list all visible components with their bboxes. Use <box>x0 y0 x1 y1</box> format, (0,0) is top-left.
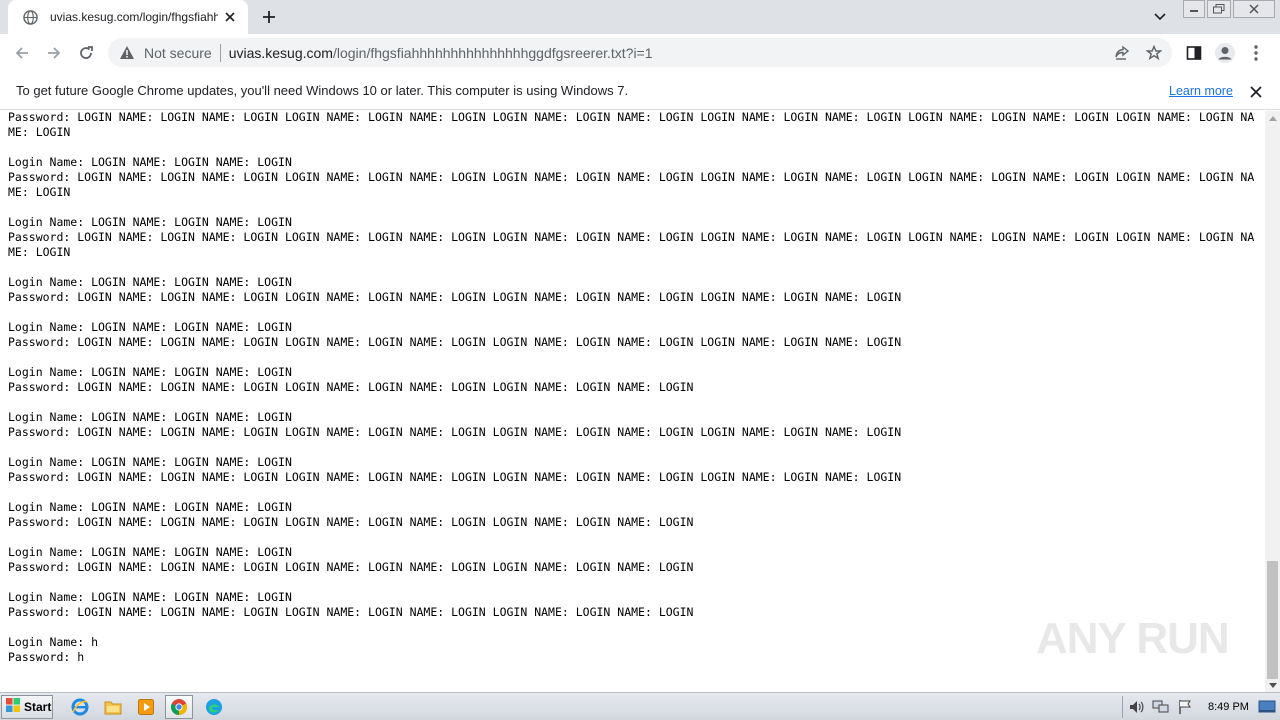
volume-icon[interactable] <box>1127 697 1147 717</box>
login-name-line: Login Name: LOGIN NAME: LOGIN NAME: LOGI… <box>8 590 292 604</box>
action-center-flag-icon[interactable] <box>1175 697 1195 717</box>
back-button[interactable] <box>9 40 35 66</box>
restore-button[interactable] <box>1207 0 1231 18</box>
url-host: uvias.kesug.com <box>228 44 333 61</box>
bookmark-star-icon[interactable] <box>1144 43 1164 63</box>
internet-explorer-icon[interactable] <box>66 695 94 719</box>
security-label: Not secure <box>144 44 212 61</box>
chrome-icon[interactable] <box>165 695 193 719</box>
edge-icon[interactable] <box>200 695 228 719</box>
credential-entry: Password: LOGIN NAME: LOGIN NAME: LOGIN … <box>8 111 1256 140</box>
share-icon[interactable] <box>1112 43 1132 63</box>
url-path: /login/fhgsfiahhhhhhhhhhhhhhhggdfgsreere… <box>332 44 653 61</box>
credential-entry: Login Name: LOGIN NAME: LOGIN NAME: LOGI… <box>8 545 1256 575</box>
infobar-message: To get future Google Chrome updates, you… <box>16 83 629 98</box>
tray-divider <box>1122 696 1123 718</box>
credential-entry: Login Name: LOGIN NAME: LOGIN NAME: LOGI… <box>8 500 1256 530</box>
login-name-line: Login Name: LOGIN NAME: LOGIN NAME: LOGI… <box>8 155 292 169</box>
explorer-icon[interactable] <box>99 695 127 719</box>
learn-more-link[interactable]: Learn more <box>1169 84 1233 98</box>
close-icon[interactable] <box>1248 84 1264 100</box>
vertical-scrollbar[interactable] <box>1265 111 1280 692</box>
login-name-line: Login Name: LOGIN NAME: LOGIN NAME: LOGI… <box>8 275 292 289</box>
password-line: Password: LOGIN NAME: LOGIN NAME: LOGIN … <box>8 230 1255 259</box>
text-document: Password: LOGIN NAME: LOGIN NAME: LOGIN … <box>8 111 1256 680</box>
password-line: Password: LOGIN NAME: LOGIN NAME: LOGIN … <box>8 515 694 529</box>
media-player-icon[interactable] <box>132 695 160 719</box>
login-name-line: Login Name: LOGIN NAME: LOGIN NAME: LOGI… <box>8 545 292 559</box>
clock: 8:49 PM <box>1208 701 1249 713</box>
browser-tab[interactable]: uvias.kesug.com/login/fhgsfiahhhhhhhhhhh… <box>8 0 248 34</box>
password-line: Password: LOGIN NAME: LOGIN NAME: LOGIN … <box>8 425 902 439</box>
start-label: Start <box>24 700 52 714</box>
address-bar[interactable]: Not secure uvias.kesug.com/login/fhgsfia… <box>108 38 1172 67</box>
login-name-line: Login Name: LOGIN NAME: LOGIN NAME: LOGI… <box>8 320 292 334</box>
chevron-down-icon[interactable] <box>1150 8 1170 26</box>
windows-taskbar: Start 8:49 PM <box>0 692 1280 720</box>
password-line: Password: LOGIN NAME: LOGIN NAME: LOGIN … <box>8 560 694 574</box>
credential-entry: Login Name: LOGIN NAME: LOGIN NAME: LOGI… <box>8 410 1256 440</box>
password-line: Password: LOGIN NAME: LOGIN NAME: LOGIN … <box>8 170 1255 199</box>
credential-entry: Login Name: LOGIN NAME: LOGIN NAME: LOGI… <box>8 365 1256 395</box>
credential-entry: Login Name: LOGIN NAME: LOGIN NAME: LOGI… <box>8 320 1256 350</box>
credential-entry: Login Name: LOGIN NAME: LOGIN NAME: LOGI… <box>8 275 1256 305</box>
show-desktop-icon[interactable] <box>1257 697 1277 717</box>
password-line: Password: LOGIN NAME: LOGIN NAME: LOGIN … <box>8 111 1255 139</box>
update-infobar: To get future Google Chrome updates, you… <box>0 72 1280 110</box>
login-name-line: Login Name: LOGIN NAME: LOGIN NAME: LOGI… <box>8 500 292 514</box>
scroll-down-arrow-icon[interactable] <box>1265 678 1280 692</box>
url-text: uvias.kesug.com/login/fhgsfiahhhhhhhhhhh… <box>229 45 653 61</box>
watermark-text: ANY RUN <box>1036 614 1230 663</box>
scroll-up-arrow-icon[interactable] <box>1265 111 1280 125</box>
divider <box>219 43 221 62</box>
side-panel-button[interactable] <box>1183 42 1205 64</box>
tab-title: uvias.kesug.com/login/fhgsfiahhhhhhhhhhh… <box>50 10 218 24</box>
menu-kebab-icon[interactable] <box>1245 42 1267 64</box>
globe-icon <box>22 9 38 25</box>
network-icon[interactable] <box>1151 697 1171 717</box>
minimize-button[interactable] <box>1183 0 1205 18</box>
login-name-line: Login Name: LOGIN NAME: LOGIN NAME: LOGI… <box>8 455 292 469</box>
start-button[interactable]: Start <box>1 695 53 719</box>
password-line: Password: LOGIN NAME: LOGIN NAME: LOGIN … <box>8 290 902 304</box>
login-name-line: Login Name: LOGIN NAME: LOGIN NAME: LOGI… <box>8 365 292 379</box>
password-line: Password: LOGIN NAME: LOGIN NAME: LOGIN … <box>8 335 902 349</box>
login-name-line: Login Name: LOGIN NAME: LOGIN NAME: LOGI… <box>8 410 292 424</box>
close-window-button[interactable] <box>1233 0 1275 18</box>
warning-icon[interactable] <box>118 44 136 62</box>
browser-toolbar: Not secure uvias.kesug.com/login/fhgsfia… <box>0 34 1280 72</box>
forward-button[interactable] <box>41 40 67 66</box>
reload-button[interactable] <box>73 40 99 66</box>
credential-entry: Login Name: LOGIN NAME: LOGIN NAME: LOGI… <box>8 155 1256 200</box>
new-tab-button[interactable] <box>258 6 280 28</box>
scrollbar-thumb[interactable] <box>1267 561 1278 679</box>
page-content: Password: LOGIN NAME: LOGIN NAME: LOGIN … <box>0 111 1265 692</box>
tab-strip: uvias.kesug.com/login/fhgsfiahhhhhhhhhhh… <box>0 0 1280 34</box>
profile-avatar[interactable] <box>1214 42 1236 64</box>
credential-entry: Login Name: LOGIN NAME: LOGIN NAME: LOGI… <box>8 455 1256 485</box>
anyrun-watermark: ANY RUN <box>1036 606 1236 672</box>
password-line: Password: LOGIN NAME: LOGIN NAME: LOGIN … <box>8 470 902 484</box>
windows-logo-icon <box>5 697 21 718</box>
close-icon[interactable] <box>222 9 238 25</box>
credential-entry: Login Name: LOGIN NAME: LOGIN NAME: LOGI… <box>8 215 1256 260</box>
password-line: Password: LOGIN NAME: LOGIN NAME: LOGIN … <box>8 380 694 394</box>
login-name-line: Login Name: LOGIN NAME: LOGIN NAME: LOGI… <box>8 215 292 229</box>
